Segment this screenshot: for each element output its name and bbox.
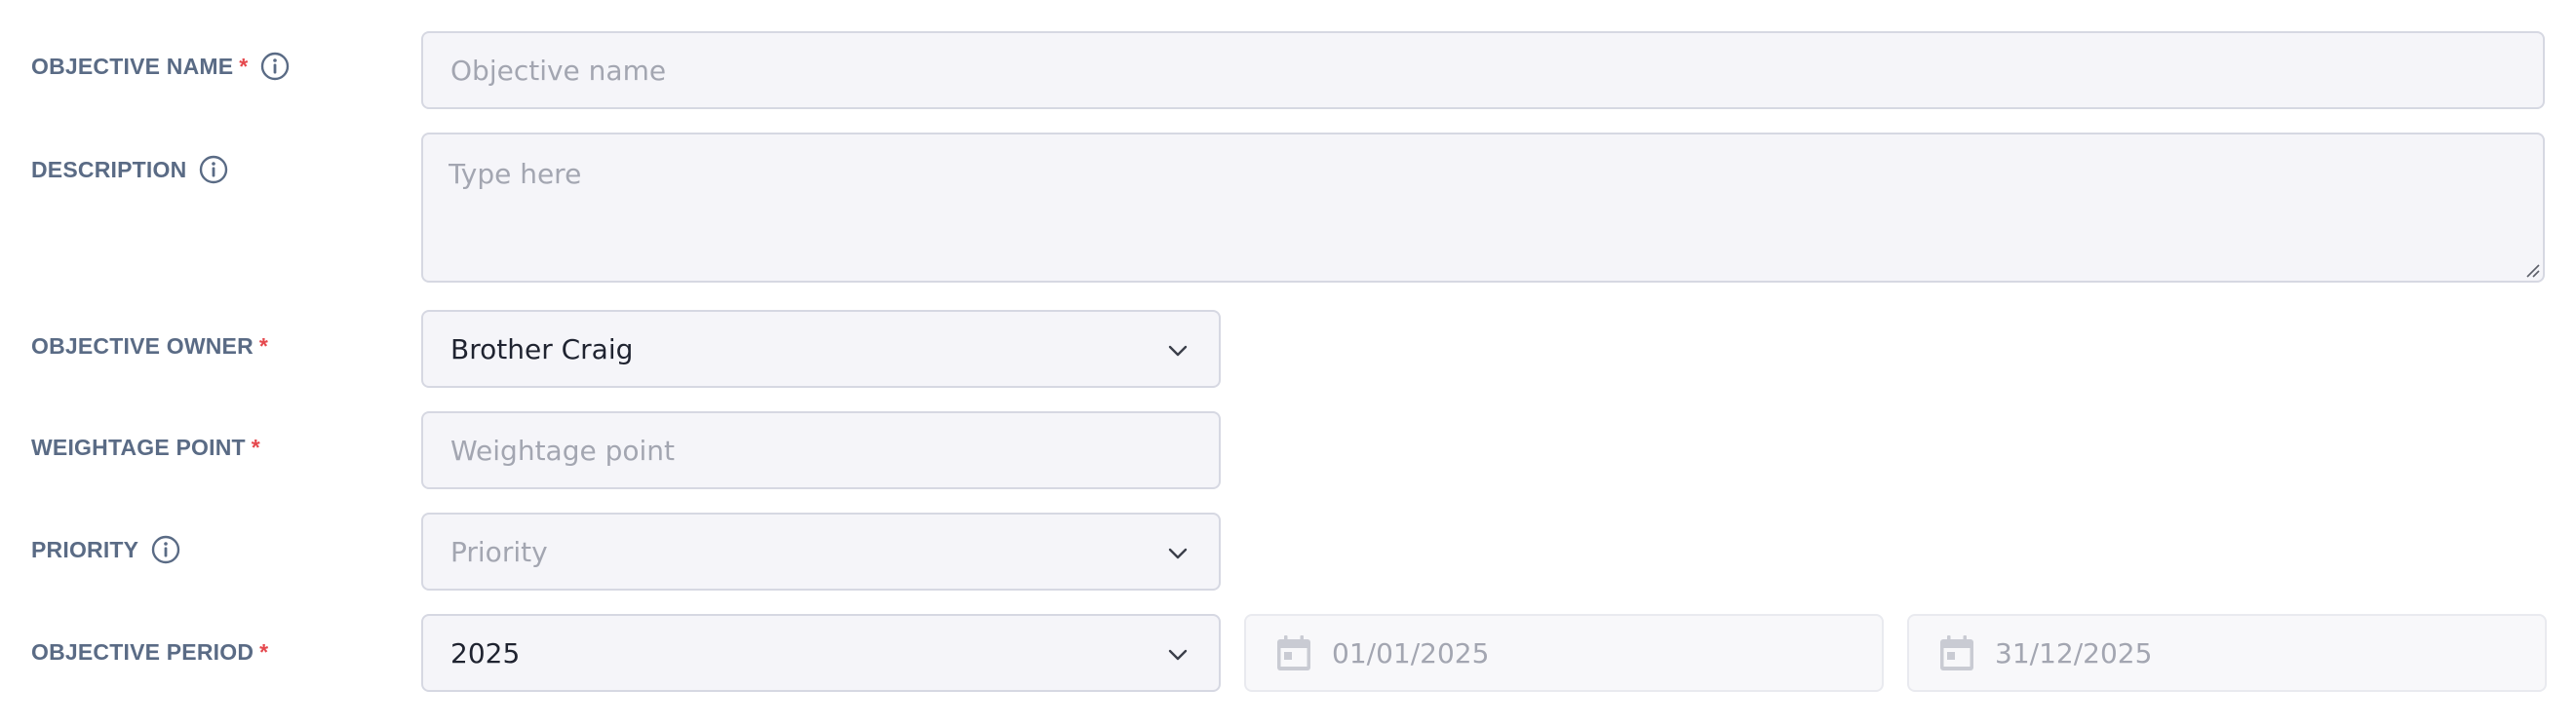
weightage-point-label-text: WEIGHTAGE POINT: [31, 435, 246, 460]
required-marker: *: [258, 333, 269, 359]
weightage-point-input[interactable]: [450, 413, 1191, 487]
weightage-point-label: WEIGHTAGE POINT *: [31, 435, 260, 461]
weightage-point-field[interactable]: [421, 411, 1221, 489]
objective-period-year-select[interactable]: 2025: [421, 614, 1221, 692]
start-date-field[interactable]: 01/01/2025: [1244, 614, 1884, 692]
calendar-icon: [1275, 633, 1312, 672]
priority-label-text: PRIORITY: [31, 536, 139, 562]
objective-form: OBJECTIVE NAME * DESCRIPTION OBJECTIVE O…: [0, 0, 2576, 727]
objective-name-input[interactable]: [450, 33, 2516, 107]
objective-name-label-text: OBJECTIVE NAME: [31, 53, 234, 79]
objective-name-field[interactable]: [421, 31, 2545, 109]
description-field[interactable]: [421, 133, 2545, 283]
description-label-text: DESCRIPTION: [31, 156, 187, 182]
end-date-value: 31/12/2025: [1995, 636, 2153, 670]
end-date-field[interactable]: 31/12/2025: [1907, 614, 2547, 692]
resize-handle-icon[interactable]: [2523, 261, 2541, 279]
chevron-down-icon: [1166, 337, 1190, 361]
priority-label: PRIORITY: [31, 534, 181, 565]
info-icon[interactable]: [198, 154, 229, 185]
objective-owner-select[interactable]: Brother Craig: [421, 310, 1221, 388]
objective-owner-label-text: OBJECTIVE OWNER: [31, 333, 254, 359]
objective-owner-label: OBJECTIVE OWNER *: [31, 333, 268, 360]
objective-owner-value: Brother Craig: [450, 332, 634, 365]
required-marker: *: [239, 53, 249, 79]
objective-period-label-text: OBJECTIVE PERIOD: [31, 639, 254, 665]
info-icon[interactable]: [150, 534, 181, 565]
objective-name-label: OBJECTIVE NAME *: [31, 51, 291, 82]
required-marker: *: [259, 639, 269, 665]
objective-period-year-value: 2025: [450, 636, 521, 670]
info-icon[interactable]: [259, 51, 291, 82]
chevron-down-icon: [1166, 641, 1190, 665]
chevron-down-icon: [1166, 540, 1190, 563]
calendar-icon: [1938, 633, 1975, 672]
objective-period-label: OBJECTIVE PERIOD *: [31, 639, 268, 666]
required-marker: *: [251, 435, 260, 460]
description-textarea[interactable]: [449, 134, 2517, 281]
start-date-value: 01/01/2025: [1332, 636, 1490, 670]
description-label: DESCRIPTION: [31, 154, 229, 185]
priority-placeholder: Priority: [450, 535, 548, 568]
priority-select[interactable]: Priority: [421, 513, 1221, 591]
